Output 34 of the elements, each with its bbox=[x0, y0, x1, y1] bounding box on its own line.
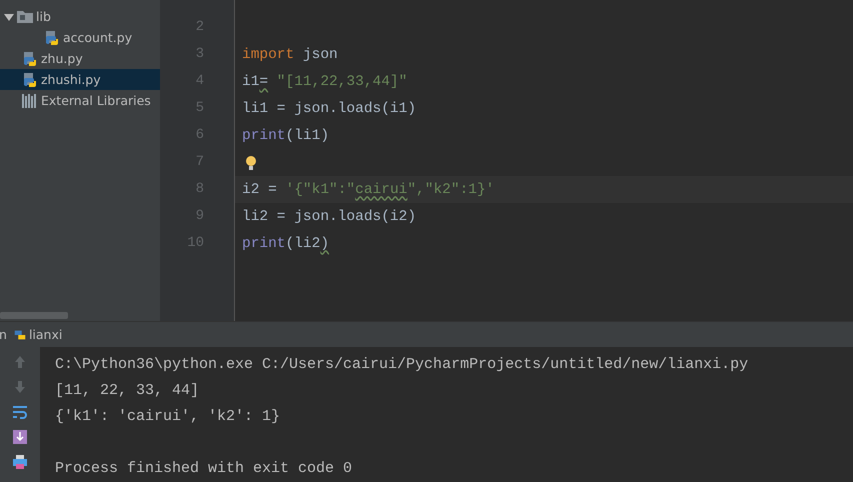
tree-item[interactable]: lib bbox=[0, 6, 160, 27]
tree-item[interactable]: External Libraries bbox=[0, 90, 160, 111]
tree-item[interactable]: account.py bbox=[0, 27, 160, 48]
expand-arrow-icon[interactable] bbox=[4, 12, 14, 22]
python-file-icon bbox=[12, 328, 27, 342]
toolbar-button[interactable] bbox=[10, 428, 30, 446]
scroll-to-end-icon bbox=[12, 429, 28, 445]
code-line: print(li2) bbox=[242, 236, 330, 252]
python-file-icon bbox=[22, 72, 38, 88]
soft-wrap-icon bbox=[12, 404, 28, 420]
python-file-icon bbox=[22, 50, 38, 66]
code-line: li1 = json.loads(i1) bbox=[242, 100, 416, 116]
library-icon bbox=[22, 94, 38, 108]
code-line: li2 = json.loads(i2) bbox=[242, 208, 416, 224]
panel-title: n bbox=[0, 327, 7, 342]
toolbar-button[interactable] bbox=[10, 453, 30, 471]
code-line: i1= "[11,22,33,44]" bbox=[242, 74, 408, 90]
tree-item[interactable]: zhu.py bbox=[0, 48, 160, 69]
code-line: i2 = '{"k1":"cairui","k2":1}' bbox=[242, 182, 494, 198]
up-arrow-icon bbox=[14, 356, 26, 368]
console-line: C:\Python36\python.exe C:/Users/cairui/PycharmProjects/untitled/new/lianxi.py bbox=[55, 355, 750, 375]
console-line: Process finished with exit code 0 bbox=[55, 459, 354, 479]
folder-icon bbox=[17, 10, 33, 23]
run-tab[interactable]: lianxi bbox=[28, 327, 62, 342]
code-line: print(li1) bbox=[242, 128, 330, 144]
console-line: [11, 22, 33, 44] bbox=[55, 381, 200, 401]
code-line: import json bbox=[242, 46, 338, 62]
print-icon bbox=[12, 454, 28, 470]
scrollbar-thumb[interactable] bbox=[0, 312, 68, 320]
lightbulb-icon[interactable] bbox=[245, 154, 257, 170]
tree-item[interactable]: zhushi.py bbox=[0, 69, 160, 90]
down-arrow-icon bbox=[14, 381, 26, 393]
console-line: {'k1': 'cairui', 'k2': 1} bbox=[55, 407, 282, 427]
python-file-icon bbox=[44, 30, 60, 46]
